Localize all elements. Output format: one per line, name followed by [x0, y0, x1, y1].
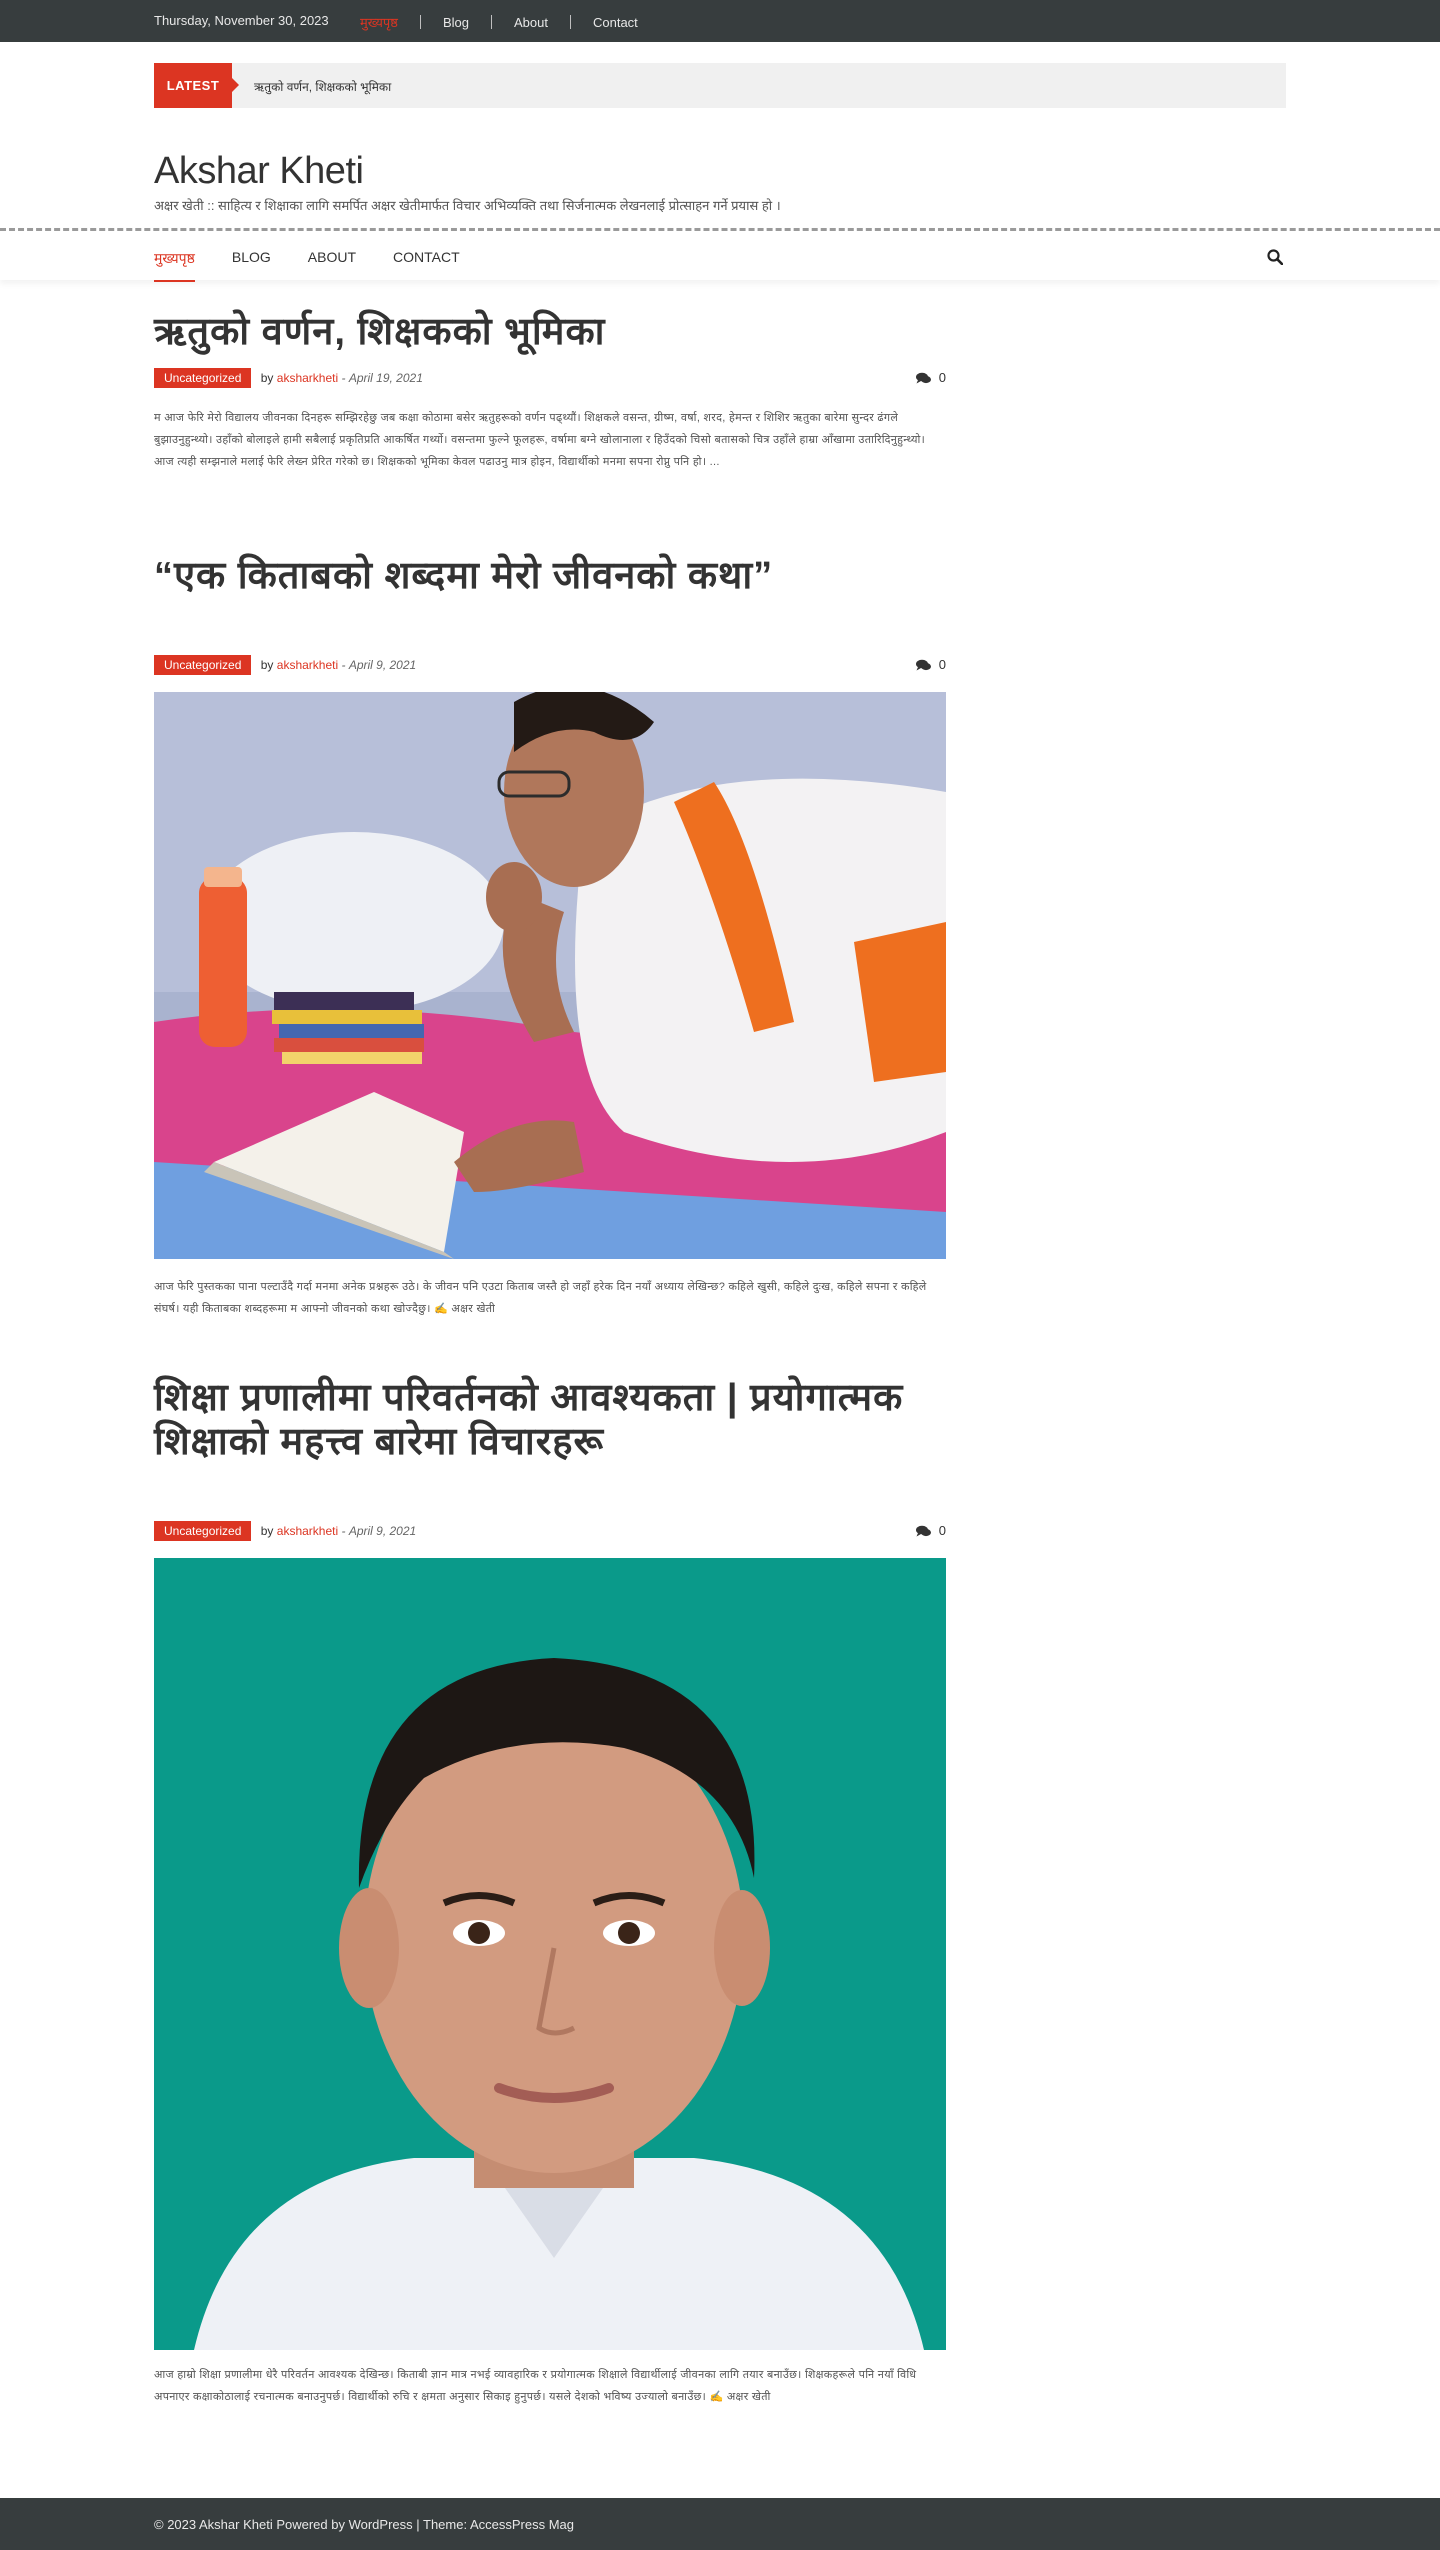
- post-meta: Uncategorized by aksharkheti - April 19,…: [154, 368, 946, 388]
- top-nav: मुख्यपृष्ठ Blog About Contact: [360, 13, 660, 31]
- top-nav-contact[interactable]: Contact: [571, 15, 660, 30]
- main-navigation: मुख्यपृष्ठ Blog About Contact: [0, 228, 1440, 282]
- top-bar: Thursday, November 30, 2023 मुख्यपृष्ठ B…: [0, 0, 1440, 42]
- nav-item-contact[interactable]: Contact: [393, 249, 460, 282]
- post-title[interactable]: “एक किताबको शब्दमा मेरो जीवनको कथा”: [154, 554, 954, 598]
- latest-label: LATEST: [154, 63, 239, 108]
- comments-link[interactable]: 0: [915, 370, 946, 385]
- by-label: by: [260, 371, 274, 385]
- comments-count: 0: [938, 1523, 946, 1538]
- comments-link[interactable]: 0: [915, 1523, 946, 1538]
- post-meta: Uncategorized by aksharkheti - April 9, …: [154, 655, 946, 675]
- post-date-separator: -: [341, 371, 349, 385]
- comments-link[interactable]: 0: [915, 657, 946, 672]
- current-date: Thursday, November 30, 2023: [154, 13, 329, 28]
- top-nav-about[interactable]: About: [492, 15, 570, 30]
- post-excerpt: म आज फेरि मेरो विद्यालय जीवनका दिनहरू सम…: [154, 412, 926, 468]
- post-excerpt: आज हाम्रो शिक्षा प्रणालीमा धेरै परिवर्तन…: [154, 2369, 917, 2403]
- top-nav-home[interactable]: मुख्यपृष्ठ: [360, 13, 420, 31]
- category-badge[interactable]: Uncategorized: [154, 368, 252, 388]
- post-date-separator: -: [341, 658, 349, 672]
- comments-count: 0: [938, 370, 946, 385]
- top-nav-blog[interactable]: Blog: [421, 15, 491, 30]
- site-footer: © 2023 Akshar Kheti Powered by WordPress…: [0, 2498, 1440, 2550]
- author-link[interactable]: aksharkheti: [277, 371, 338, 385]
- comments-icon: [915, 1525, 931, 1536]
- post-date-separator: -: [341, 1524, 349, 1538]
- nav-item-blog[interactable]: Blog: [232, 249, 271, 282]
- category-badge[interactable]: Uncategorized: [154, 1521, 252, 1541]
- post-date: April 9, 2021: [348, 658, 417, 672]
- by-label: by: [260, 658, 274, 672]
- author-link[interactable]: aksharkheti: [277, 1524, 338, 1538]
- search-icon[interactable]: [1267, 249, 1283, 265]
- author-link[interactable]: aksharkheti: [277, 658, 338, 672]
- by-label: by: [260, 1524, 274, 1538]
- post-meta: Uncategorized by aksharkheti - April 9, …: [154, 1521, 946, 1541]
- nav-item-home[interactable]: मुख्यपृष्ठ: [154, 249, 195, 282]
- comments-count: 0: [938, 657, 946, 672]
- post-excerpt: आज फेरि पुस्तकका पाना पल्टाउँदै गर्दा मन…: [154, 1281, 927, 1315]
- site-title[interactable]: Akshar Kheti: [154, 150, 364, 193]
- comments-icon: [915, 659, 931, 670]
- category-badge[interactable]: Uncategorized: [154, 655, 252, 675]
- post-date: April 9, 2021: [348, 1524, 417, 1538]
- latest-ticker-link[interactable]: ऋतुको वर्णन, शिक्षकको भूमिका: [254, 78, 391, 95]
- nav-item-about[interactable]: About: [308, 249, 356, 282]
- site-description: अक्षर खेती :: साहित्य र शिक्षाका लागि सम…: [154, 198, 781, 213]
- footer-credits: © 2023 Akshar Kheti Powered by WordPress…: [154, 2517, 574, 2532]
- post-title[interactable]: शिक्षा प्रणालीमा परिवर्तनको आवश्यकता | प…: [154, 1376, 954, 1464]
- latest-ticker: LATEST ऋतुको वर्णन, शिक्षकको भूमिका: [154, 63, 1286, 108]
- comments-icon: [915, 372, 931, 383]
- post-date: April 19, 2021: [348, 371, 423, 385]
- post-title[interactable]: ऋतुको वर्णन, शिक्षकको भूमिका: [154, 310, 954, 354]
- post-featured-image[interactable]: [154, 1558, 946, 2350]
- post-featured-image[interactable]: [154, 692, 946, 1259]
